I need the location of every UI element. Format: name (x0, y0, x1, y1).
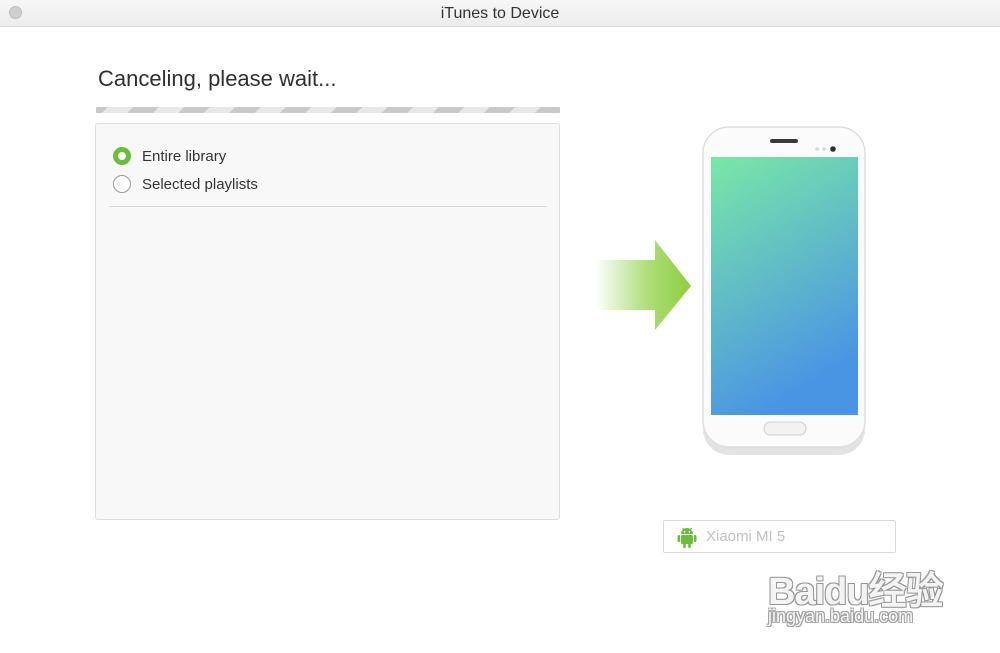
status-title: Canceling, please wait... (98, 66, 337, 91)
watermark: Baidu经验 jingyan.baidu.com (768, 560, 948, 632)
watermark-url: jingyan.baidu.com (768, 606, 914, 626)
indeterminate-progress-bar (96, 107, 560, 113)
option-label: Entire library (142, 147, 227, 165)
option-entire-library[interactable]: Entire library (113, 146, 226, 166)
transfer-arrow-icon (595, 240, 691, 330)
phone-illustration (702, 126, 866, 455)
device-name: Xiaomi MI 5 (706, 528, 786, 545)
selection-panel: Entire library Selected playlists (95, 123, 560, 520)
option-label: Selected playlists (142, 175, 258, 193)
radio-button-entire-library[interactable] (113, 147, 131, 165)
device-selector[interactable]: Xiaomi MI 5 (663, 520, 896, 553)
option-selected-playlists[interactable]: Selected playlists (113, 174, 258, 194)
radio-button-selected-playlists[interactable] (113, 175, 131, 193)
window-title: iTunes to Device (440, 5, 560, 22)
divider (109, 206, 547, 207)
android-icon (677, 527, 697, 548)
title-bar: iTunes to Device (0, 0, 1000, 27)
